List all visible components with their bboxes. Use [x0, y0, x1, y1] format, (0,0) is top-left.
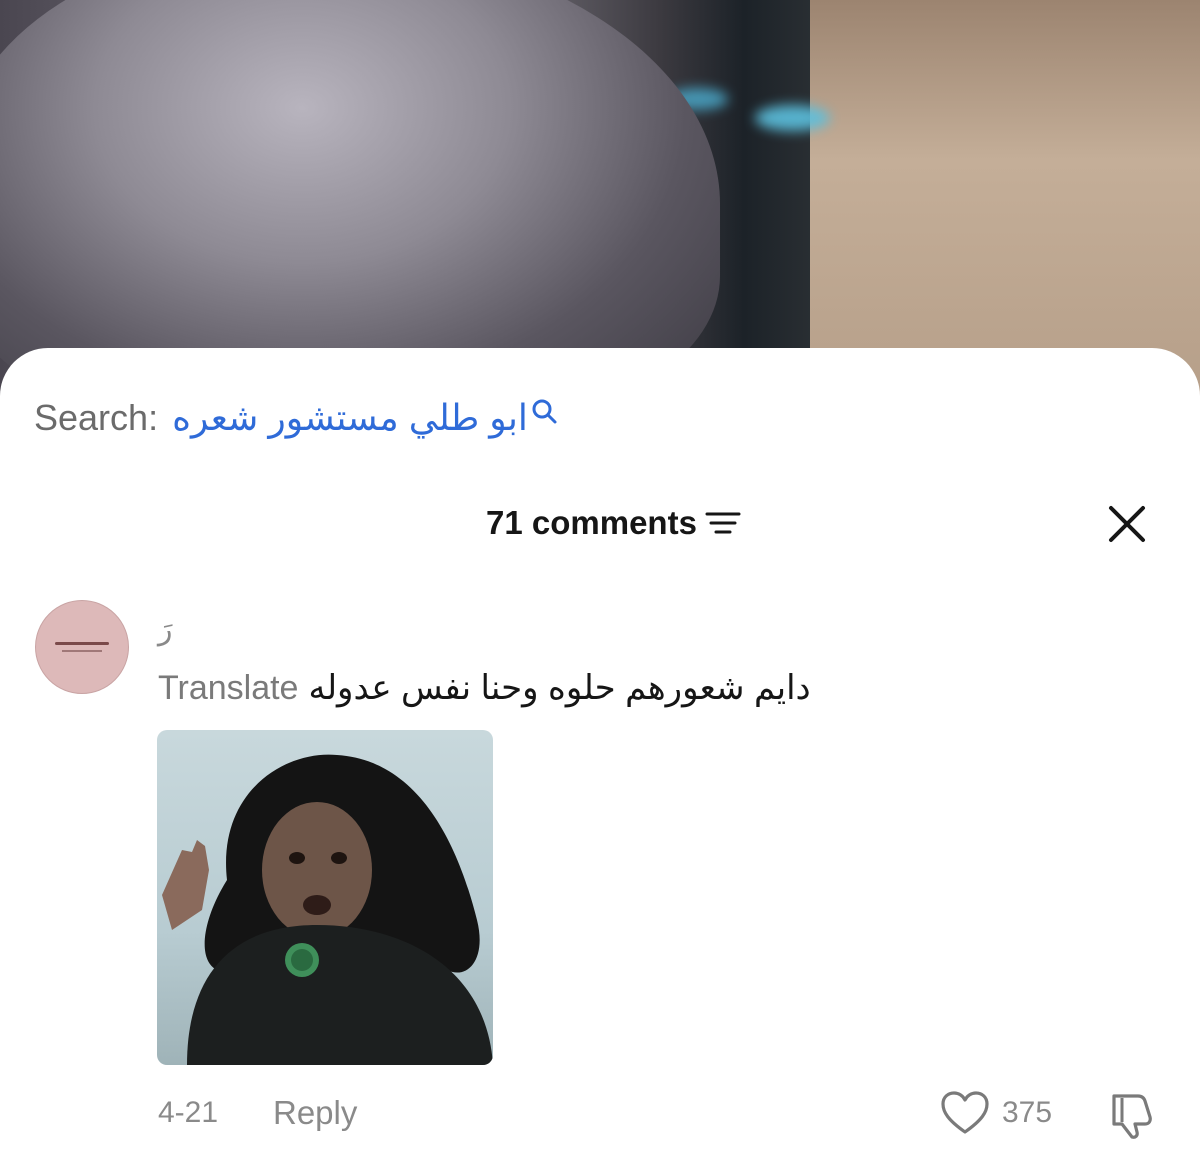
- video-background[interactable]: [0, 0, 1200, 400]
- avatar-logo-sub: [62, 650, 102, 652]
- search-term-link[interactable]: ابو طلي مستشور شعره: [172, 397, 528, 439]
- video-light: [755, 105, 830, 131]
- search-icon[interactable]: [530, 397, 558, 425]
- search-suggestion[interactable]: Search: ابو طلي مستشور شعره: [34, 395, 558, 441]
- translate-button[interactable]: Translate: [158, 669, 298, 708]
- avatar-logo-mark: [55, 642, 109, 645]
- comment-text: دايم شعورهم حلوه وحنا نفس عدوله: [308, 669, 811, 707]
- heart-icon[interactable]: [940, 1090, 990, 1136]
- comment-username[interactable]: رَ: [158, 612, 173, 647]
- comment-count-sort[interactable]: 71 comments: [486, 504, 741, 542]
- reply-button[interactable]: Reply: [273, 1094, 357, 1132]
- search-label: Search:: [34, 397, 159, 438]
- video-subject-hair: [0, 0, 720, 400]
- video-wall: [810, 0, 1200, 400]
- filter-icon[interactable]: [705, 508, 741, 538]
- avatar[interactable]: [35, 600, 129, 694]
- comment-footer: 4-21 Reply 375: [0, 1090, 1200, 1140]
- like-button[interactable]: 375: [940, 1090, 1052, 1136]
- comment-count-label: 71 comments: [486, 504, 697, 541]
- close-icon[interactable]: [1106, 503, 1148, 545]
- comments-header: 71 comments: [0, 500, 1200, 550]
- comment-body: Translate دايم شعورهم حلوه وحنا نفس عدول…: [158, 666, 811, 710]
- comment-image-figure: [162, 754, 493, 1065]
- comment-date: 4-21: [158, 1096, 219, 1129]
- dislike-icon[interactable]: [1108, 1090, 1158, 1140]
- comment-image[interactable]: [157, 730, 493, 1065]
- like-count: 375: [1002, 1096, 1053, 1129]
